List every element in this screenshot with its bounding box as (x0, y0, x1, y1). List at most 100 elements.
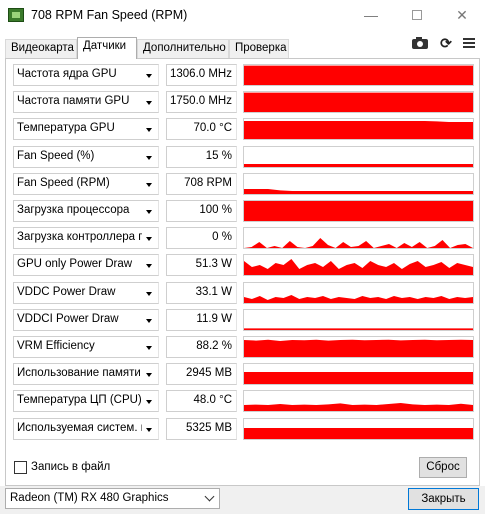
sensor-graph (243, 146, 474, 168)
sensor-value-box: 5325 MB (166, 418, 237, 440)
menu-icon[interactable] (459, 34, 479, 52)
gpu-select-value: Radeon (TM) RX 480 Graphics (10, 492, 169, 504)
sensor-value: 33.1 W (195, 286, 232, 298)
sensor-value-box: 15 % (166, 146, 237, 168)
minimize-button[interactable]: — (348, 0, 394, 31)
sensor-name-dropdown[interactable]: Загрузка контроллера па... (13, 227, 159, 249)
sensor-graph (243, 64, 474, 86)
tab-graphics-card[interactable]: Видеокарта (5, 39, 77, 58)
sensor-value: 11.9 W (196, 313, 232, 325)
dropdown-arrow-icon (146, 428, 152, 432)
sensor-name-label: VDDCI Power Draw (17, 313, 119, 325)
sensor-name-label: VDDC Power Draw (17, 286, 116, 298)
sensor-name-dropdown[interactable]: VDDC Power Draw (13, 282, 159, 304)
sensor-graph (243, 390, 474, 412)
log-to-file-label: Запись в файл (31, 461, 111, 473)
dropdown-arrow-icon (146, 400, 152, 404)
window-title: 708 RPM Fan Speed (RPM) (31, 8, 188, 22)
dropdown-arrow-icon (146, 156, 152, 160)
sensor-name-dropdown[interactable]: Температура ЦП (CPU) (13, 390, 159, 412)
sensor-graph (243, 418, 474, 440)
sensor-name-dropdown[interactable]: Частота памяти GPU (13, 91, 159, 113)
sensor-name-label: Fan Speed (%) (17, 150, 95, 162)
log-to-file-checkbox[interactable] (14, 461, 27, 474)
sensor-name-label: GPU only Power Draw (17, 258, 133, 270)
gpu-select[interactable]: Radeon (TM) RX 480 Graphics (5, 488, 220, 509)
tab-advanced[interactable]: Дополнительно (137, 39, 229, 58)
sensor-row: Использование памяти (вс... 2945 MB (13, 363, 476, 385)
sensor-row: Fan Speed (RPM) 708 RPM (13, 173, 476, 195)
dropdown-arrow-icon (146, 346, 152, 350)
sensor-name-label: Частота памяти GPU (17, 95, 130, 107)
dropdown-arrow-icon (146, 292, 152, 296)
sensor-row: Используемая систем. пам... 5325 MB (13, 418, 476, 440)
sensor-name-dropdown[interactable]: Используемая систем. пам... (13, 418, 159, 440)
sensor-value: 2945 MB (185, 367, 232, 379)
sensor-name-dropdown[interactable]: Fan Speed (RPM) (13, 173, 159, 195)
sensor-name-label: Температура GPU (17, 122, 115, 134)
sensor-row: Загрузка контроллера па... 0 % (13, 227, 476, 249)
sensor-row: Температура ЦП (CPU) 48.0 °C (13, 390, 476, 412)
sensor-name-dropdown[interactable]: Загрузка процессора (13, 200, 159, 222)
sensor-value-box: 1750.0 MHz (166, 91, 237, 113)
sensor-row: Температура GPU 70.0 °C (13, 118, 476, 140)
sensor-graph-area (244, 372, 473, 384)
refresh-icon[interactable]: ⟳ (436, 34, 456, 52)
sensor-graph-area (244, 189, 473, 194)
sensor-row: Fan Speed (%) 15 % (13, 146, 476, 168)
sensor-value: 51.3 W (195, 258, 232, 270)
sensor-value-box: 1306.0 MHz (166, 64, 237, 86)
sensor-graph-area (244, 328, 473, 330)
sensor-value-box: 48.0 °C (166, 390, 237, 412)
sensor-graph-area (244, 403, 473, 411)
sensor-value: 1750.0 MHz (169, 95, 232, 107)
sensor-graph-area (244, 65, 473, 85)
sensor-value-box: 11.9 W (166, 309, 237, 331)
close-window-button[interactable]: ✕ (439, 0, 485, 31)
sensor-name-dropdown[interactable]: GPU only Power Draw (13, 254, 159, 276)
sensor-row: VRM Efficiency 88.2 % (13, 336, 476, 358)
sensor-name-label: Загрузка контроллера па... (17, 231, 142, 243)
sensor-graph (243, 173, 474, 195)
sensor-row: Загрузка процессора 100 % (13, 200, 476, 222)
sensor-value: 708 RPM (184, 177, 232, 189)
sensor-value-box: 88.2 % (166, 336, 237, 358)
dropdown-arrow-icon (146, 264, 152, 268)
sensor-name-label: Используемая систем. пам... (17, 422, 142, 434)
reset-button[interactable]: Сброс (419, 457, 467, 478)
maximize-button[interactable] (394, 0, 440, 31)
sensor-name-dropdown[interactable]: Использование памяти (вс... (13, 363, 159, 385)
sensor-name-label: Частота ядра GPU (17, 68, 117, 80)
sensor-name-dropdown[interactable]: Частота ядра GPU (13, 64, 159, 86)
sensor-graph (243, 91, 474, 113)
sensor-value: 1306.0 MHz (169, 68, 232, 80)
tab-validation[interactable]: Проверка (229, 39, 289, 58)
screenshot-button[interactable] (410, 34, 430, 52)
sensor-graph (243, 254, 474, 276)
sensor-name-label: Fan Speed (RPM) (17, 177, 110, 189)
dropdown-arrow-icon (146, 237, 152, 241)
sensor-value: 100 % (199, 204, 232, 216)
sensor-name-label: Загрузка процессора (17, 204, 130, 216)
sensor-name-dropdown[interactable]: Fan Speed (%) (13, 146, 159, 168)
sensor-value: 48.0 °C (193, 394, 232, 406)
sensor-name-dropdown[interactable]: Температура GPU (13, 118, 159, 140)
app-icon (8, 8, 24, 22)
dropdown-arrow-icon (146, 319, 152, 323)
sensor-value: 5325 MB (185, 422, 232, 434)
sensor-value-box: 2945 MB (166, 363, 237, 385)
dropdown-arrow-icon (146, 183, 152, 187)
sensor-row: VDDC Power Draw 33.1 W (13, 282, 476, 304)
sensor-graph (243, 282, 474, 304)
sensor-row: GPU only Power Draw 51.3 W (13, 254, 476, 276)
sensor-value: 70.0 °C (193, 122, 232, 134)
dropdown-arrow-icon (146, 74, 152, 78)
close-button[interactable]: Закрыть (408, 488, 479, 510)
sensor-row: Частота ядра GPU 1306.0 MHz (13, 64, 476, 86)
sensor-name-dropdown[interactable]: VDDCI Power Draw (13, 309, 159, 331)
sensor-graph-area (244, 339, 473, 357)
sensor-graph-area (244, 164, 473, 167)
sensor-value-box: 70.0 °C (166, 118, 237, 140)
tab-sensors[interactable]: Датчики (77, 37, 137, 59)
sensor-name-dropdown[interactable]: VRM Efficiency (13, 336, 159, 358)
